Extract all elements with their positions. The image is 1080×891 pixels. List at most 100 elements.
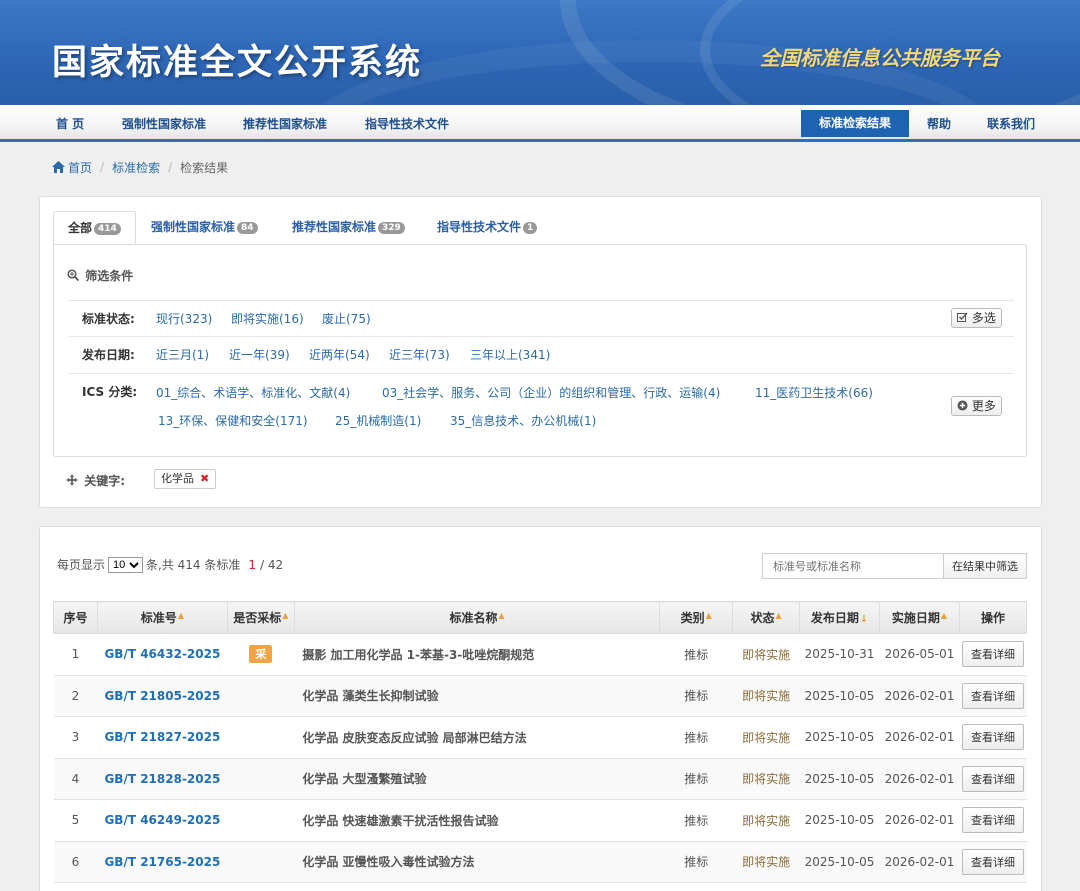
move-icon xyxy=(66,474,78,486)
standard-code-link[interactable]: GB/T 46249-2025 xyxy=(104,813,220,827)
table-row: 3 GB/T 21827-2025 化学品 皮肤变态反应试验 局部淋巴结方法 推… xyxy=(53,716,1027,759)
nav-contact[interactable]: 联系我们 xyxy=(987,115,1035,132)
date-option[interactable]: 三年以上(341) xyxy=(470,346,550,363)
col-header-action: 操作 xyxy=(958,601,1028,634)
filter-box: 筛选条件 标准状态: 现行(323) 即将实施(16) 废止(75) 多选 发布… xyxy=(53,244,1027,457)
adopted-cell xyxy=(227,841,295,883)
breadcrumb-separator: / xyxy=(100,160,105,174)
col-header-pub-date[interactable]: 发布日期↓ xyxy=(799,601,881,634)
adopted-cell: 采 xyxy=(227,633,295,676)
tab-count-badge: 1 xyxy=(523,222,538,234)
col-header-name[interactable]: 标准名称▲ xyxy=(293,601,661,634)
date-option[interactable]: 近一年(39) xyxy=(229,346,290,363)
filter-in-results-button[interactable]: 在结果中筛选 xyxy=(943,553,1027,579)
multi-select-button[interactable]: 多选 xyxy=(951,308,1002,328)
total-pages: / 42 xyxy=(260,557,284,572)
breadcrumb: 首页 / 标准检索 / 检索结果 xyxy=(52,159,228,175)
status-option[interactable]: 废止(75) xyxy=(322,310,371,327)
publish-date: 2025-10-05 xyxy=(799,799,880,842)
status-option[interactable]: 现行(323) xyxy=(156,310,212,327)
ics-option[interactable]: 01_综合、术语学、标准化、文献(4) xyxy=(156,384,350,401)
keyword-label-text: 关键字: xyxy=(84,474,125,488)
tab-recommended[interactable]: 推荐性国家标准 329 xyxy=(278,211,419,245)
tab-count-badge: 84 xyxy=(237,222,258,234)
partial-row xyxy=(53,882,960,891)
site-title: 国家标准全文公开系统 xyxy=(52,43,423,83)
tab-label: 指导性技术文件 xyxy=(437,220,522,234)
view-detail-button[interactable]: 查看详细 xyxy=(961,765,1024,792)
standard-code-link[interactable]: GB/T 46432-2025 xyxy=(104,647,220,661)
filter-search-input[interactable] xyxy=(762,553,944,579)
remove-keyword-icon[interactable]: ✖ xyxy=(200,472,209,485)
row-number: 5 xyxy=(53,799,98,842)
ics-option[interactable]: 03_社会学、服务、公司（企业）的组织和管理、行政、运输(4) xyxy=(382,384,720,401)
publish-date: 2025-10-05 xyxy=(799,841,880,883)
nav-home[interactable]: 首 页 xyxy=(56,115,84,132)
status-option[interactable]: 即将实施(16) xyxy=(231,310,304,327)
breadcrumb-search[interactable]: 标准检索 xyxy=(112,159,160,176)
main-nav: 首 页 强制性国家标准 推荐性国家标准 指导性技术文件 标准检索结果 帮助 联系… xyxy=(0,105,1080,142)
table-row: 2 GB/T 21805-2025 化学品 藻类生长抑制试验 推标 即将实施 2… xyxy=(53,675,1027,717)
adopted-badge: 采 xyxy=(249,645,273,664)
view-detail-button[interactable]: 查看详细 xyxy=(961,848,1024,875)
col-header-code[interactable]: 标准号▲ xyxy=(96,601,228,634)
table-row: 5 GB/T 46249-2025 化学品 快速雄激素干扰活性报告试验 推标 即… xyxy=(53,799,1027,842)
total-text: 条,共 414 条标准 xyxy=(146,558,241,572)
col-header-type[interactable]: 类别▲ xyxy=(659,601,734,634)
standard-name: 摄影 加工用化学品 1-苯基-3-吡唑烷酮规范 xyxy=(294,633,660,676)
standard-type: 推标 xyxy=(659,716,733,759)
table-row: 4 GB/T 21828-2025 化学品 大型溞繁殖试验 推标 即将实施 20… xyxy=(53,758,1027,800)
nav-search-results[interactable]: 标准检索结果 xyxy=(801,110,909,137)
row-number: 6 xyxy=(53,841,98,883)
implement-date: 2026-02-01 xyxy=(879,758,960,800)
date-option[interactable]: 近三年(73) xyxy=(389,346,450,363)
sort-icon: ▲ xyxy=(177,611,184,620)
date-option[interactable]: 近两年(54) xyxy=(309,346,370,363)
per-page-label: 每页显示 xyxy=(57,558,106,572)
standard-name: 化学品 快速雄激素干扰活性报告试验 xyxy=(294,799,660,842)
col-header-status[interactable]: 状态▲ xyxy=(732,601,801,634)
table-row: 6 GB/T 21765-2025 化学品 亚慢性吸入毒性试验方法 推标 即将实… xyxy=(53,841,1027,883)
adopted-cell xyxy=(227,799,295,842)
keyword-tag: 化学品 ✖ xyxy=(154,469,217,489)
standard-status: 即将实施 xyxy=(732,799,800,842)
nav-help[interactable]: 帮助 xyxy=(927,115,951,132)
tab-mandatory[interactable]: 强制性国家标准 84 xyxy=(137,211,272,245)
view-detail-button[interactable]: 查看详细 xyxy=(961,641,1024,668)
date-option[interactable]: 近三月(1) xyxy=(156,346,209,363)
view-detail-button[interactable]: 查看详细 xyxy=(961,807,1024,834)
nav-recommended[interactable]: 推荐性国家标准 xyxy=(243,115,327,132)
standard-code-link[interactable]: GB/T 21805-2025 xyxy=(104,689,220,703)
standard-code-cell: GB/T 21805-2025 xyxy=(97,675,228,717)
standard-code-link[interactable]: GB/T 21828-2025 xyxy=(104,772,220,786)
home-icon xyxy=(52,161,65,173)
adopted-cell xyxy=(227,675,295,717)
standard-code-link[interactable]: GB/T 21765-2025 xyxy=(104,855,220,869)
ics-option[interactable]: 35_信息技术、办公机械(1) xyxy=(450,412,596,429)
more-button[interactable]: 更多 xyxy=(951,396,1002,416)
ics-option[interactable]: 25_机械制造(1) xyxy=(335,412,421,429)
col-header-impl-date[interactable]: 实施日期▲ xyxy=(879,601,960,634)
nav-guidance[interactable]: 指导性技术文件 xyxy=(365,115,449,132)
action-cell xyxy=(959,882,1027,891)
tab-all[interactable]: 全部 414 xyxy=(53,211,136,246)
standard-name: 化学品 大型溞繁殖试验 xyxy=(294,758,660,800)
per-page-select[interactable]: 10 xyxy=(108,556,144,573)
nav-mandatory[interactable]: 强制性国家标准 xyxy=(122,115,206,132)
view-detail-button[interactable]: 查看详细 xyxy=(961,682,1024,709)
implement-date: 2026-02-01 xyxy=(879,841,960,883)
standard-code-link[interactable]: GB/T 21827-2025 xyxy=(104,730,220,744)
pager-info: 每页显示 10 条,共 414 条标准 1 / 42 xyxy=(57,556,283,573)
col-header-adopted[interactable]: 是否采标▲ xyxy=(226,601,295,634)
action-cell: 查看详细 xyxy=(959,841,1027,883)
standard-code-cell: GB/T 21765-2025 xyxy=(97,841,228,883)
ics-option[interactable]: 13_环保、保健和安全(171) xyxy=(158,412,308,429)
ics-option[interactable]: 11_医药卫生技术(66) xyxy=(755,384,873,401)
breadcrumb-current: 检索结果 xyxy=(180,160,229,175)
view-detail-button[interactable]: 查看详细 xyxy=(961,724,1024,751)
breadcrumb-home[interactable]: 首页 xyxy=(68,159,92,176)
standard-code-cell: GB/T 21827-2025 xyxy=(97,716,228,759)
table-row: 1 GB/T 46432-2025 采 摄影 加工用化学品 1-苯基-3-吡唑烷… xyxy=(53,633,1027,676)
table-header-row: 序号 标准号▲ 是否采标▲ 标准名称▲ 类别▲ 状态▲ 发布日期↓ 实施日期▲ … xyxy=(53,601,1028,634)
tab-guidance[interactable]: 指导性技术文件 1 xyxy=(423,211,551,245)
